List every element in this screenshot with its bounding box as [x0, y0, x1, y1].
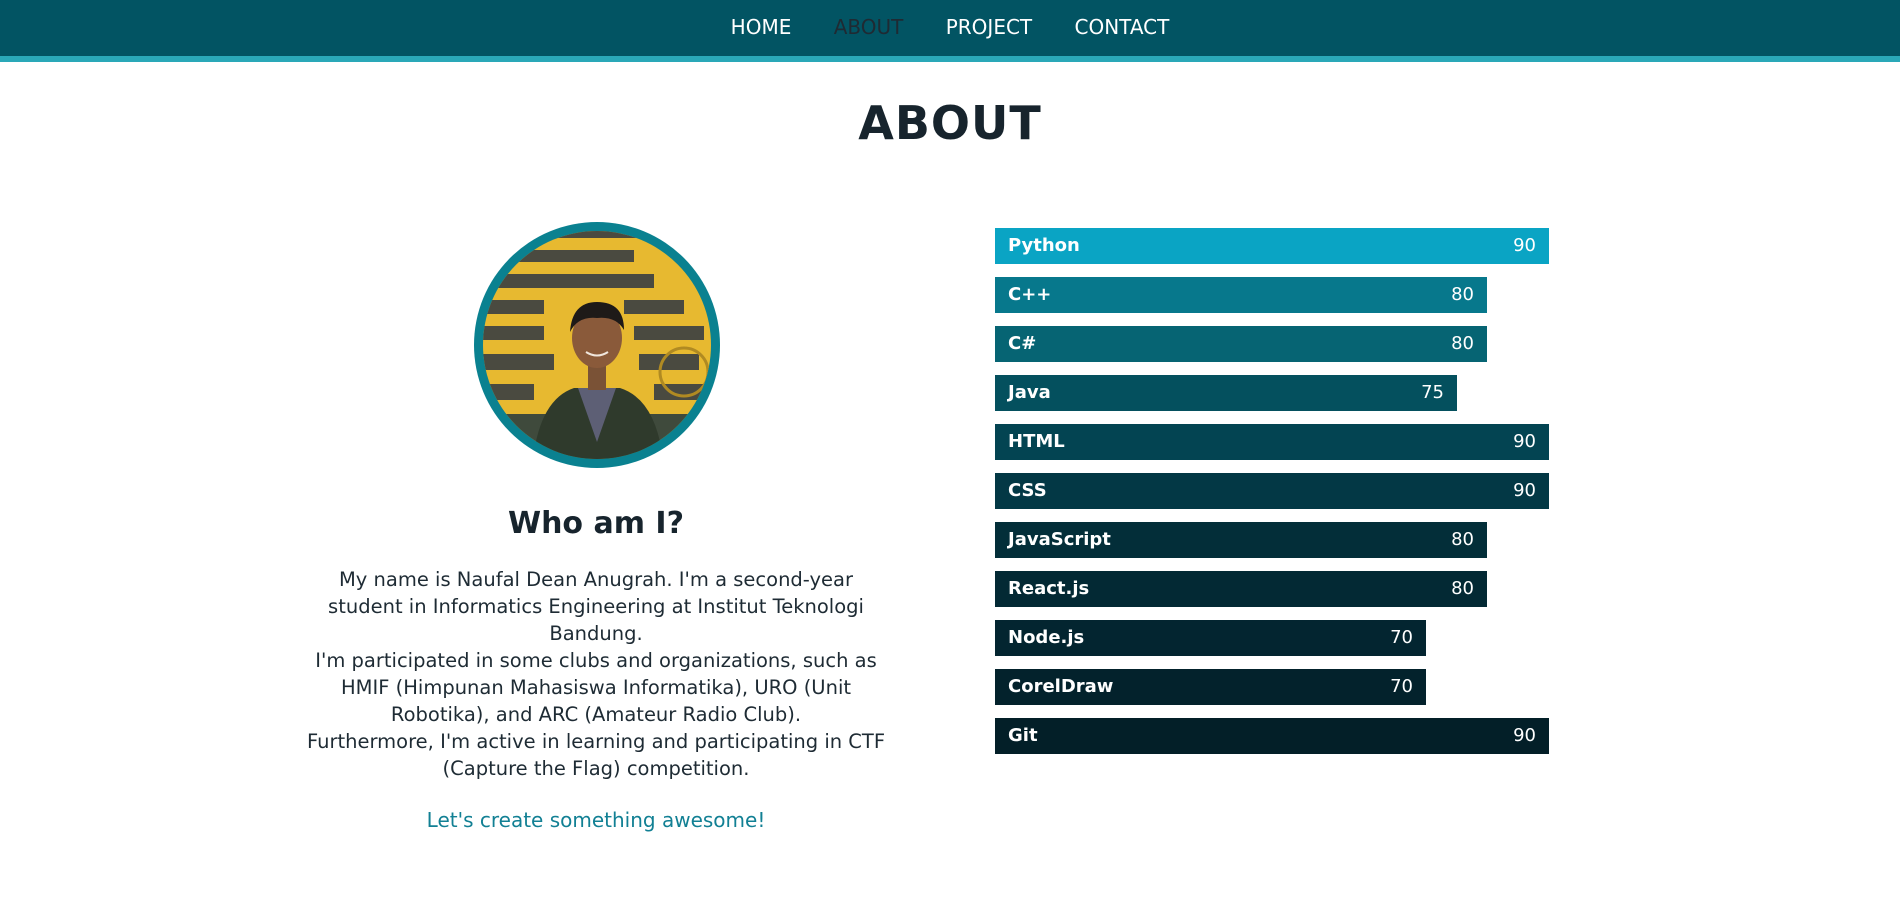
- page-title: ABOUT: [858, 96, 1042, 150]
- cta-link[interactable]: Let's create something awesome!: [300, 808, 892, 832]
- skill-bar-csharp: C# 80: [995, 326, 1487, 362]
- skill-value: 90: [1513, 480, 1536, 501]
- skill-bar-html: HTML 90: [995, 424, 1549, 460]
- skill-name: C++: [1008, 284, 1052, 305]
- skill-value: 80: [1451, 333, 1474, 354]
- skill-value: 90: [1513, 725, 1536, 746]
- skill-value: 70: [1390, 627, 1413, 648]
- skill-bar-git: Git 90: [995, 718, 1549, 754]
- skill-bar-javascript: JavaScript 80: [995, 522, 1487, 558]
- skill-name: Node.js: [1008, 627, 1085, 648]
- who-heading: Who am I?: [507, 506, 684, 541]
- skill-value: 80: [1451, 578, 1474, 599]
- nav-links: HOME ABOUT PROJECT CONTACT: [0, 15, 1900, 39]
- skill-name: CorelDraw: [1008, 676, 1114, 697]
- skill-bar-python: Python 90: [995, 228, 1549, 264]
- bio-paragraph-ctf: Furthermore, I'm active in learning and …: [306, 730, 886, 780]
- skill-value: 70: [1390, 676, 1413, 697]
- skill-name: Git: [1008, 725, 1038, 746]
- skill-value: 90: [1513, 235, 1536, 256]
- skill-name: React.js: [1008, 578, 1090, 599]
- skill-name: CSS: [1008, 480, 1047, 501]
- skill-name: Python: [1008, 235, 1080, 256]
- skill-value: 75: [1421, 382, 1444, 403]
- skill-name: HTML: [1008, 431, 1065, 452]
- skill-bar-cpp: C++ 80: [995, 277, 1487, 313]
- nav-link-project[interactable]: PROJECT: [946, 15, 1032, 39]
- avatar: [474, 222, 720, 468]
- bio-paragraph-intro: My name is Naufal Dean Anugrah. I'm a se…: [328, 568, 864, 645]
- skill-name: C#: [1008, 333, 1037, 354]
- skill-name: Java: [1008, 382, 1051, 403]
- skill-value: 90: [1513, 431, 1536, 452]
- skill-value: 80: [1451, 529, 1474, 550]
- nav-link-home[interactable]: HOME: [731, 15, 792, 39]
- skill-bar-coreldraw: CorelDraw 70: [995, 669, 1426, 705]
- nav-link-about[interactable]: ABOUT: [834, 15, 904, 39]
- skill-name: JavaScript: [1008, 529, 1111, 550]
- skill-bar-nodejs: Node.js 70: [995, 620, 1426, 656]
- skill-value: 80: [1451, 284, 1474, 305]
- profile-photo: [483, 231, 711, 459]
- nav-link-contact[interactable]: CONTACT: [1075, 15, 1170, 39]
- skill-bar-css: CSS 90: [995, 473, 1549, 509]
- bio-paragraph-clubs: I'm participated in some clubs and organ…: [315, 649, 877, 726]
- skill-bar-reactjs: React.js 80: [995, 571, 1487, 607]
- skill-bar-java: Java 75: [995, 375, 1457, 411]
- navbar: HOME ABOUT PROJECT CONTACT: [0, 0, 1900, 62]
